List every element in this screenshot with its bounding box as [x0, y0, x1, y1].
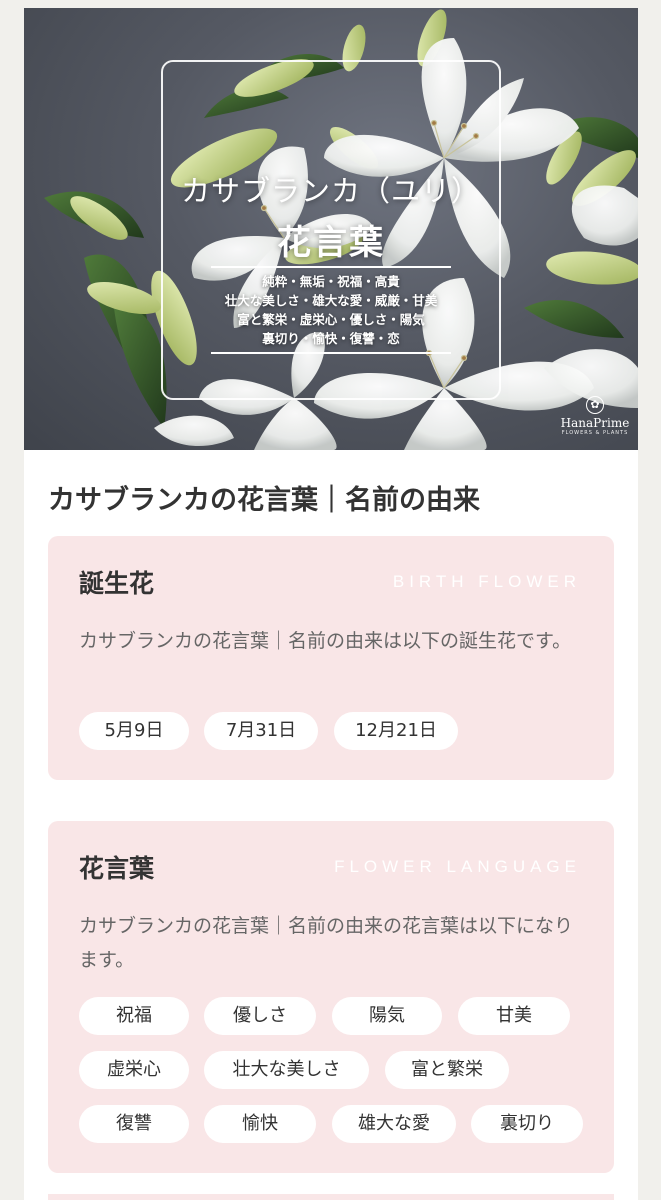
hero-subtitle: 花言葉 [277, 223, 385, 263]
date-tag[interactable]: 12月21日 [334, 712, 458, 750]
hero-words-line: 裏切り・愉快・復讐・恋 [262, 331, 400, 346]
brand-logo: ✿ HanaPrime FLOWERS & PLANTS [560, 396, 630, 436]
date-tag[interactable]: 5月9日 [79, 712, 189, 750]
flower-word-tag[interactable]: 甘美 [458, 997, 570, 1035]
birth-flower-card: 誕生花 BIRTH FLOWER カサブランカの花言葉｜名前の由来は以下の誕生花… [48, 536, 614, 780]
page-title: カサブランカの花言葉｜名前の由来 [48, 485, 480, 516]
flower-word-tag[interactable]: 陽気 [332, 997, 442, 1035]
card-title: 花言葉 [79, 854, 155, 883]
next-card-peek [48, 1194, 614, 1200]
flower-word-tag[interactable]: 優しさ [204, 997, 316, 1035]
flower-word-tag[interactable]: 壮大な美しさ [204, 1051, 369, 1089]
hero-words-line: 富と繁栄・虚栄心・優しさ・陽気 [237, 312, 425, 327]
hero-title: カサブランカ（ユリ） [180, 174, 481, 208]
flower-word-tag[interactable]: 祝福 [79, 997, 189, 1035]
card-description: カサブランカの花言葉｜名前の由来の花言葉は以下になります。 [79, 915, 574, 971]
date-tag[interactable]: 7月31日 [204, 712, 318, 750]
flower-language-card: 花言葉 FLOWER LANGUAGE カサブランカの花言葉｜名前の由来の花言葉… [48, 821, 614, 1173]
flower-word-tag[interactable]: 雄大な愛 [332, 1105, 456, 1143]
brand-name: HanaPrime [560, 416, 630, 430]
brand-tagline: FLOWERS & PLANTS [561, 430, 629, 436]
flower-word-tag[interactable]: 復讐 [79, 1105, 189, 1143]
flower-word-tag[interactable]: 裏切り [471, 1105, 583, 1143]
page: カサブランカ（ユリ） 花言葉 純粋・無垢・祝福・高貴 壮大な美しさ・雄大な愛・威… [24, 8, 638, 1200]
card-title: 誕生花 [79, 569, 155, 598]
card-label-en: FLOWER LANGUAGE [334, 857, 581, 876]
flower-word-tag[interactable]: 富と繁栄 [385, 1051, 509, 1089]
card-description: カサブランカの花言葉｜名前の由来は以下の誕生花です。 [79, 630, 572, 652]
flower-word-tag[interactable]: 虚栄心 [79, 1051, 189, 1089]
flower-word-tag[interactable]: 愉快 [204, 1105, 316, 1143]
hero-words-line: 壮大な美しさ・雄大な愛・威厳・甘美 [224, 293, 438, 308]
hero-flower-words: 純粋・無垢・祝福・高貴 壮大な美しさ・雄大な愛・威厳・甘美 富と繁栄・虚栄心・優… [211, 266, 451, 354]
hero-words-line: 純粋・無垢・祝福・高貴 [262, 274, 400, 289]
card-label-en: BIRTH FLOWER [392, 572, 581, 591]
hero-banner: カサブランカ（ユリ） 花言葉 純粋・無垢・祝福・高貴 壮大な美しさ・雄大な愛・威… [24, 8, 638, 450]
flower-logo-icon: ✿ [586, 396, 604, 414]
